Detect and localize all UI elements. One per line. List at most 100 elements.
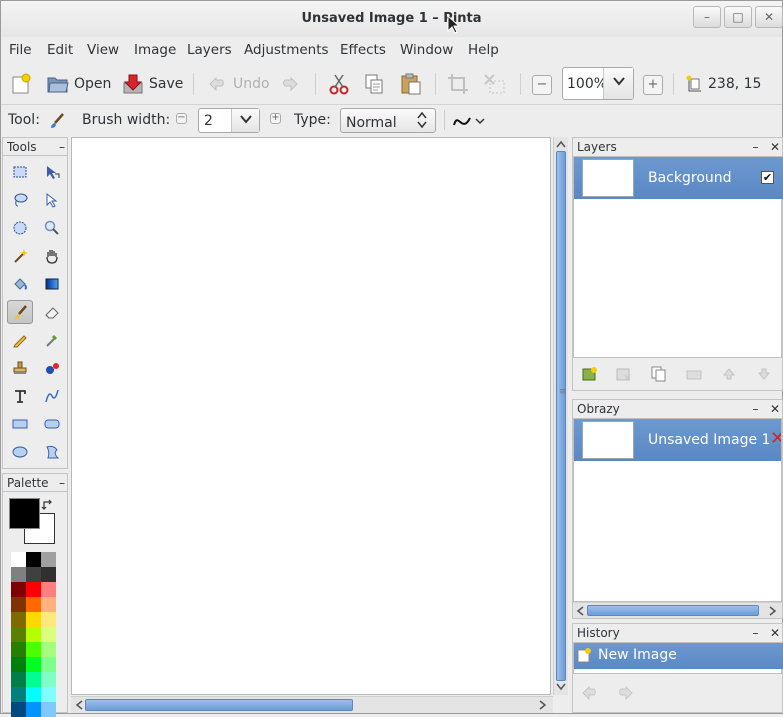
palette-swatch[interactable] <box>11 597 26 612</box>
menu-layers[interactable]: Layers <box>187 42 232 58</box>
tool-gradient[interactable] <box>39 272 65 296</box>
tool-zoom[interactable] <box>39 216 65 240</box>
palette-swatch[interactable] <box>11 657 26 672</box>
palette-swatch[interactable] <box>41 687 56 702</box>
tool-paint-bucket[interactable] <box>7 272 33 296</box>
layer-visibility-checkbox[interactable]: ✔ <box>761 171 774 184</box>
tool-color-picker[interactable] <box>39 328 65 352</box>
palette-swatch[interactable] <box>26 702 41 717</box>
open-button[interactable]: Open <box>47 72 111 96</box>
menu-adjustments[interactable]: Adjustments <box>244 42 329 58</box>
primary-color-swatch[interactable] <box>9 498 40 529</box>
tool-move-selected[interactable] <box>39 160 65 184</box>
brush-type-combo[interactable]: Normal <box>340 108 436 133</box>
tool-ellipse[interactable] <box>7 440 33 464</box>
zoom-combo[interactable]: 100% <box>562 67 634 100</box>
history-undo-icon[interactable] <box>582 684 600 702</box>
menu-effects[interactable]: Effects <box>340 42 386 58</box>
palette-swatch[interactable] <box>11 687 26 702</box>
redo-button[interactable] <box>279 72 299 96</box>
menu-help[interactable]: Help <box>468 42 499 58</box>
image-canvas[interactable] <box>71 137 551 695</box>
brush-width-input[interactable]: 2 <box>199 109 231 132</box>
palette-swatch[interactable] <box>26 627 41 642</box>
close-image-icon[interactable]: ✕ <box>770 428 781 449</box>
copy-button[interactable] <box>364 72 384 96</box>
history-panel-controls[interactable]: – ✕ <box>753 626 781 640</box>
tool-lasso-select[interactable] <box>7 188 33 212</box>
history-list[interactable]: New Image <box>573 642 783 674</box>
paste-button[interactable] <box>400 72 422 96</box>
tool-ellipse-select[interactable] <box>7 216 33 240</box>
brush-width-decrease-button[interactable]: − <box>176 113 187 124</box>
scroll-left-icon[interactable] <box>576 606 584 616</box>
zoom-in-button[interactable]: + <box>643 75 663 95</box>
zoom-value[interactable]: 100% <box>563 68 607 99</box>
menu-image[interactable]: Image <box>134 42 176 58</box>
menu-window[interactable]: Window <box>400 42 453 58</box>
title-bar[interactable]: Unsaved Image 1 – Pinta – □ ✕ <box>1 1 783 37</box>
tool-text[interactable] <box>7 384 33 408</box>
tool-recolor[interactable] <box>39 356 65 380</box>
palette-swatch[interactable] <box>11 627 26 642</box>
undo-button[interactable]: Undo <box>208 72 270 96</box>
palette-swatch[interactable] <box>11 672 26 687</box>
menu-edit[interactable]: Edit <box>47 42 73 58</box>
image-row-unsaved-image-1[interactable]: Unsaved Image 1 ✕ <box>574 419 781 461</box>
palette-swatch[interactable] <box>26 612 41 627</box>
tool-clone-stamp[interactable] <box>7 356 33 380</box>
tool-move-selection[interactable] <box>39 188 65 212</box>
tool-paintbrush[interactable] <box>7 300 33 324</box>
tool-magic-wand[interactable] <box>7 244 33 268</box>
brush-width-dropdown-button[interactable] <box>231 109 259 132</box>
palette-swatch[interactable] <box>11 642 26 657</box>
crop-to-selection-button[interactable] <box>447 72 469 96</box>
move-layer-down-icon[interactable] <box>756 366 772 382</box>
palette-swatch[interactable] <box>41 582 56 597</box>
antialiasing-dropdown[interactable] <box>453 111 493 131</box>
canvas-horizontal-scroll-thumb[interactable] <box>85 699 353 711</box>
palette-swatch[interactable] <box>26 552 41 567</box>
scroll-left-icon[interactable] <box>75 700 83 710</box>
images-list[interactable]: Unsaved Image 1 ✕ <box>573 418 782 602</box>
palette-swatch[interactable] <box>26 582 41 597</box>
images-panel-controls[interactable]: – ✕ <box>753 402 781 416</box>
brush-width-combo[interactable]: 2 <box>198 108 260 133</box>
delete-layer-icon[interactable] <box>616 366 632 382</box>
brush-width-increase-button[interactable]: + <box>270 113 281 124</box>
palette-swatch[interactable] <box>11 582 26 597</box>
tool-rounded-rectangle[interactable] <box>39 412 65 436</box>
canvas-vertical-scroll-thumb[interactable] <box>556 151 566 681</box>
tool-line-curve[interactable] <box>39 384 65 408</box>
scroll-down-icon[interactable] <box>556 683 566 691</box>
canvas-horizontal-scrollbar[interactable] <box>71 696 553 713</box>
scroll-right-icon[interactable] <box>539 700 547 710</box>
swap-colors-icon[interactable] <box>41 499 55 513</box>
layers-list[interactable]: Background ✔ <box>573 156 783 358</box>
palette-swatch[interactable] <box>41 597 56 612</box>
deselect-button[interactable] <box>483 72 507 96</box>
history-redo-icon[interactable] <box>615 684 633 702</box>
palette-swatch[interactable] <box>11 612 26 627</box>
palette-swatch[interactable] <box>41 627 56 642</box>
add-layer-icon[interactable] <box>582 366 598 382</box>
tool-eraser[interactable] <box>39 300 65 324</box>
palette-swatch[interactable] <box>26 597 41 612</box>
tools-panel-minimize-button[interactable]: – <box>59 140 65 154</box>
palette-swatch[interactable] <box>41 612 56 627</box>
duplicate-layer-icon[interactable] <box>651 366 667 382</box>
palette-swatch[interactable] <box>26 642 41 657</box>
palette-swatch[interactable] <box>11 552 26 567</box>
palette-swatch[interactable] <box>41 552 56 567</box>
scroll-up-icon[interactable] <box>556 140 566 148</box>
menu-view[interactable]: View <box>87 42 119 58</box>
maximize-button[interactable]: □ <box>724 6 752 28</box>
palette-swatch[interactable] <box>41 702 56 717</box>
palette-swatch[interactable] <box>41 672 56 687</box>
menu-file[interactable]: File <box>9 42 32 58</box>
images-horizontal-scroll-thumb[interactable] <box>587 605 759 616</box>
canvas-vertical-scrollbar[interactable] <box>553 137 568 695</box>
tool-pencil[interactable] <box>7 328 33 352</box>
palette-swatch[interactable] <box>11 702 26 717</box>
palette-swatch[interactable] <box>26 687 41 702</box>
